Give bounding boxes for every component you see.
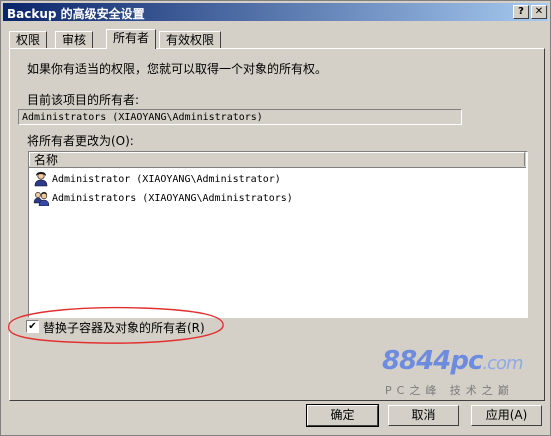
owner-listview[interactable]: 名称 Administrator (XIAOYANG\Administrator… bbox=[28, 151, 528, 318]
tab-effective-permissions[interactable]: 有效权限 bbox=[159, 31, 222, 48]
list-item-label: Administrator (XIAOYANG\Administrator) bbox=[52, 174, 281, 185]
name-column-header[interactable]: 名称 bbox=[29, 152, 525, 167]
current-owner-label: 目前该项目的所有者: bbox=[27, 93, 140, 107]
replace-owner-checkbox[interactable]: ✔ bbox=[26, 320, 39, 333]
window-title: Backup 的高级安全设置 bbox=[7, 7, 145, 21]
watermark-logo-suffix: .com bbox=[482, 353, 523, 374]
list-header: 名称 bbox=[29, 152, 526, 168]
watermark-logo: 8844pc.com bbox=[382, 346, 524, 376]
cancel-button[interactable]: 取消 bbox=[388, 405, 459, 426]
current-owner-field: Administrators (XIAOYANG\Administrators) bbox=[18, 109, 462, 125]
close-button[interactable]: ✕ bbox=[531, 5, 547, 19]
change-owner-label: 将所有者更改为(O): bbox=[27, 134, 134, 148]
title-bar[interactable]: Backup 的高级安全设置 ? ✕ bbox=[3, 3, 548, 21]
watermark-slogan: PC之峰 技术之巅 bbox=[385, 384, 514, 397]
advanced-security-dialog: Backup 的高级安全设置 ? ✕ 权限 审核 所有者 有效权限 如果你有适当… bbox=[0, 0, 551, 436]
list-item-label: Administrators (XIAOYANG\Administrators) bbox=[52, 193, 293, 204]
intro-text: 如果你有适当的权限，您就可以取得一个对象的所有权。 bbox=[27, 62, 328, 76]
replace-owner-label[interactable]: 替换子容器及对象的所有者(R) bbox=[43, 319, 205, 336]
user-group-icon bbox=[33, 192, 49, 206]
ok-button[interactable]: 确定 bbox=[306, 404, 379, 427]
tab-owner[interactable]: 所有者 bbox=[106, 29, 157, 49]
tab-permissions[interactable]: 权限 bbox=[9, 31, 48, 48]
watermark-logo-main: 8844pc bbox=[382, 346, 483, 376]
apply-button[interactable]: 应用(A) bbox=[471, 405, 542, 426]
tab-auditing[interactable]: 审核 bbox=[55, 31, 94, 48]
single-user-icon bbox=[34, 172, 48, 187]
help-button[interactable]: ? bbox=[513, 5, 529, 19]
